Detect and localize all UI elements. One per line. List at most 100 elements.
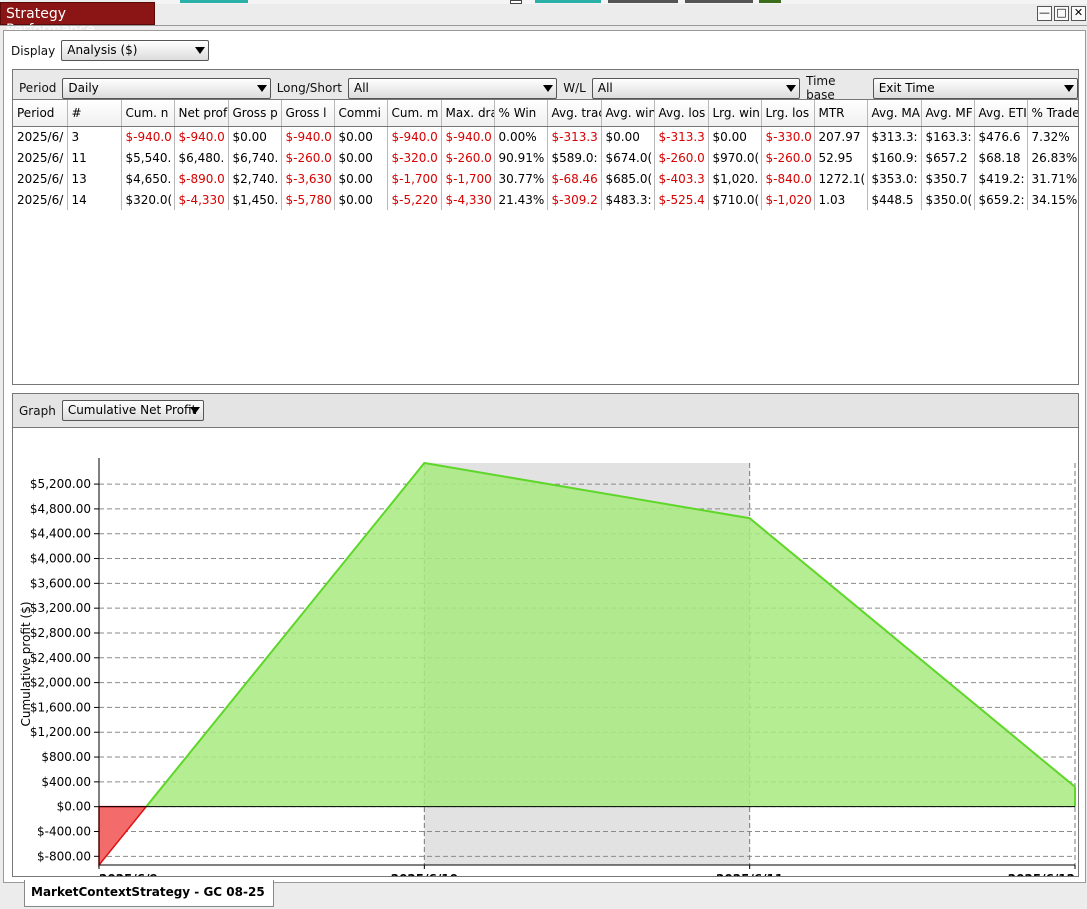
- table-cell: $674.0(: [601, 147, 655, 168]
- table-cell: $4,650.: [121, 168, 175, 189]
- display-label: Display: [11, 43, 56, 58]
- column-header[interactable]: Avg. win: [601, 100, 655, 127]
- timebase-label: Time base: [806, 74, 836, 102]
- column-header[interactable]: Avg. MF: [921, 100, 975, 127]
- x-tick-label: 2025/6/12: [1008, 872, 1075, 877]
- wl-value: All: [597, 80, 613, 95]
- table-cell: $-5,780: [281, 189, 335, 210]
- column-header[interactable]: Avg. MA: [867, 100, 922, 127]
- table-cell: $0.00: [334, 168, 388, 189]
- table-header: Period # Cum. n Net prof Gross p Gross l Commi…: [13, 100, 1078, 127]
- longshort-label: Long/Short: [276, 81, 342, 95]
- table-cell: $2,740.: [228, 168, 282, 189]
- table-cell: $6,740.: [228, 147, 282, 168]
- column-header[interactable]: Lrg. los: [761, 100, 815, 127]
- table-cell: $-3,630: [281, 168, 335, 189]
- table-row[interactable]: 2025/6/11 $5,540. $6,480. $6,740. $-260.0 $0.…: [13, 147, 1078, 168]
- table-cell: $-260.0: [441, 147, 495, 168]
- table-cell: $659.2:: [974, 189, 1028, 210]
- table-cell: $-313.3: [547, 126, 602, 147]
- table-cell: $419.2:: [974, 168, 1028, 189]
- column-header[interactable]: #: [67, 100, 122, 127]
- table-cell: $-940.0: [174, 126, 229, 147]
- table-cell: $0.00: [601, 126, 655, 147]
- column-header[interactable]: % Trade: [1027, 100, 1078, 127]
- graph-value: Cumulative Net Profit: [67, 403, 197, 417]
- table-cell: $5,540.: [121, 147, 175, 168]
- window-controls: — □ ✕: [1037, 6, 1086, 21]
- column-header[interactable]: Period: [13, 100, 68, 127]
- display-value: Analysis ($): [67, 43, 138, 57]
- table-cell: $68.18: [974, 147, 1028, 168]
- table-cell: $-330.0: [761, 126, 815, 147]
- column-header[interactable]: Cum. n: [121, 100, 175, 127]
- period-select[interactable]: Daily: [62, 77, 271, 99]
- table-row[interactable]: 2025/6/3 $-940.0 $-940.0 $0.00 $-940.0 $0.00 $…: [13, 126, 1078, 147]
- table-cell: 2025/6/: [13, 126, 68, 147]
- column-header[interactable]: Net prof: [174, 100, 229, 127]
- table-cell: 1272.1(: [814, 168, 868, 189]
- longshort-select[interactable]: All: [348, 77, 558, 99]
- table-cell: $-309.2: [547, 189, 602, 210]
- column-header[interactable]: MTR: [814, 100, 868, 127]
- chevron-down-icon: [1064, 84, 1074, 92]
- table-cell: $-4,330: [174, 189, 229, 210]
- table-cell: 30.77%: [494, 168, 548, 189]
- column-header[interactable]: Commi: [334, 100, 388, 127]
- display-select[interactable]: Analysis ($): [61, 40, 210, 61]
- y-tick-label: $4,400.00: [30, 527, 91, 541]
- x-tick-label: 2025/6/11: [716, 872, 783, 877]
- table-cell: $589.0:: [547, 147, 602, 168]
- bottom-tab[interactable]: MarketContextStrategy - GC 08-25: [24, 880, 274, 907]
- column-header[interactable]: Avg. trac: [547, 100, 602, 127]
- wl-select[interactable]: All: [591, 77, 801, 99]
- table-cell: $350.0(: [921, 189, 975, 210]
- table-cell: $1,450.: [228, 189, 282, 210]
- table-cell: 26.83%: [1027, 147, 1078, 168]
- column-header[interactable]: Avg. los: [654, 100, 709, 127]
- table-cell: 90.91%: [494, 147, 548, 168]
- column-header[interactable]: Gross p: [228, 100, 282, 127]
- maximize-icon[interactable]: □: [1054, 6, 1069, 21]
- y-tick-label: $400.00: [41, 775, 91, 789]
- table-cell: $657.2: [921, 147, 975, 168]
- column-header[interactable]: Avg. ETI: [974, 100, 1028, 127]
- column-header[interactable]: Gross l: [281, 100, 335, 127]
- period-value: Daily: [68, 80, 99, 95]
- column-header[interactable]: Lrg. win: [708, 100, 762, 127]
- table-cell: $-1,700: [387, 168, 442, 189]
- chart-svg: $5,200.00 $4,800.00 $4,400.00 $4,000.00 $3,6…: [19, 458, 1076, 877]
- table-cell: $448.5: [867, 189, 922, 210]
- performance-panel: Display Analysis ($) Period Daily Long/S…: [3, 30, 1086, 883]
- table-cell: $710.0(: [708, 189, 762, 210]
- table-cell: 21.43%: [494, 189, 548, 210]
- column-header[interactable]: Max. dra: [441, 100, 495, 127]
- table-cell: $970.0(: [708, 147, 762, 168]
- table-cell: $-320.0: [387, 147, 442, 168]
- timebase-select[interactable]: Exit Time: [872, 77, 1078, 99]
- table-cell: $313.3:: [867, 126, 922, 147]
- table-cell: 2025/6/: [13, 147, 68, 168]
- table-cell: $476.6: [974, 126, 1028, 147]
- table-row[interactable]: 2025/6/13 $4,650. $-890.0 $2,740. $-3,630 $0.…: [13, 168, 1078, 189]
- column-header[interactable]: % Win: [494, 100, 548, 127]
- table-cell: $-1,700: [441, 168, 495, 189]
- chevron-down-icon: [786, 84, 797, 92]
- y-tick-label: $800.00: [41, 750, 91, 764]
- y-tick-label: $2,000.00: [30, 676, 91, 690]
- minimize-icon[interactable]: —: [1037, 6, 1052, 21]
- close-icon[interactable]: ✕: [1071, 6, 1086, 21]
- table-cell: 2025/6/: [13, 168, 68, 189]
- title-divider: [0, 25, 1087, 26]
- x-tick-label: 2025/6/10: [391, 872, 458, 877]
- table-row[interactable]: 2025/6/14 $320.0($-4,330 $1,450. $-5,780 $0.…: [13, 189, 1078, 210]
- table-cell: $353.0:: [867, 168, 922, 189]
- table-cell: $483.3:: [601, 189, 655, 210]
- y-tick-label: $-800.00: [37, 849, 91, 863]
- table-cell: $0.00: [708, 126, 762, 147]
- table-cell: 31.71%: [1027, 168, 1078, 189]
- column-header[interactable]: Cum. m: [387, 100, 442, 127]
- chevron-down-icon: [195, 47, 206, 54]
- table-cell: $-840.0: [761, 168, 815, 189]
- graph-select[interactable]: Cumulative Net Profit: [61, 400, 204, 421]
